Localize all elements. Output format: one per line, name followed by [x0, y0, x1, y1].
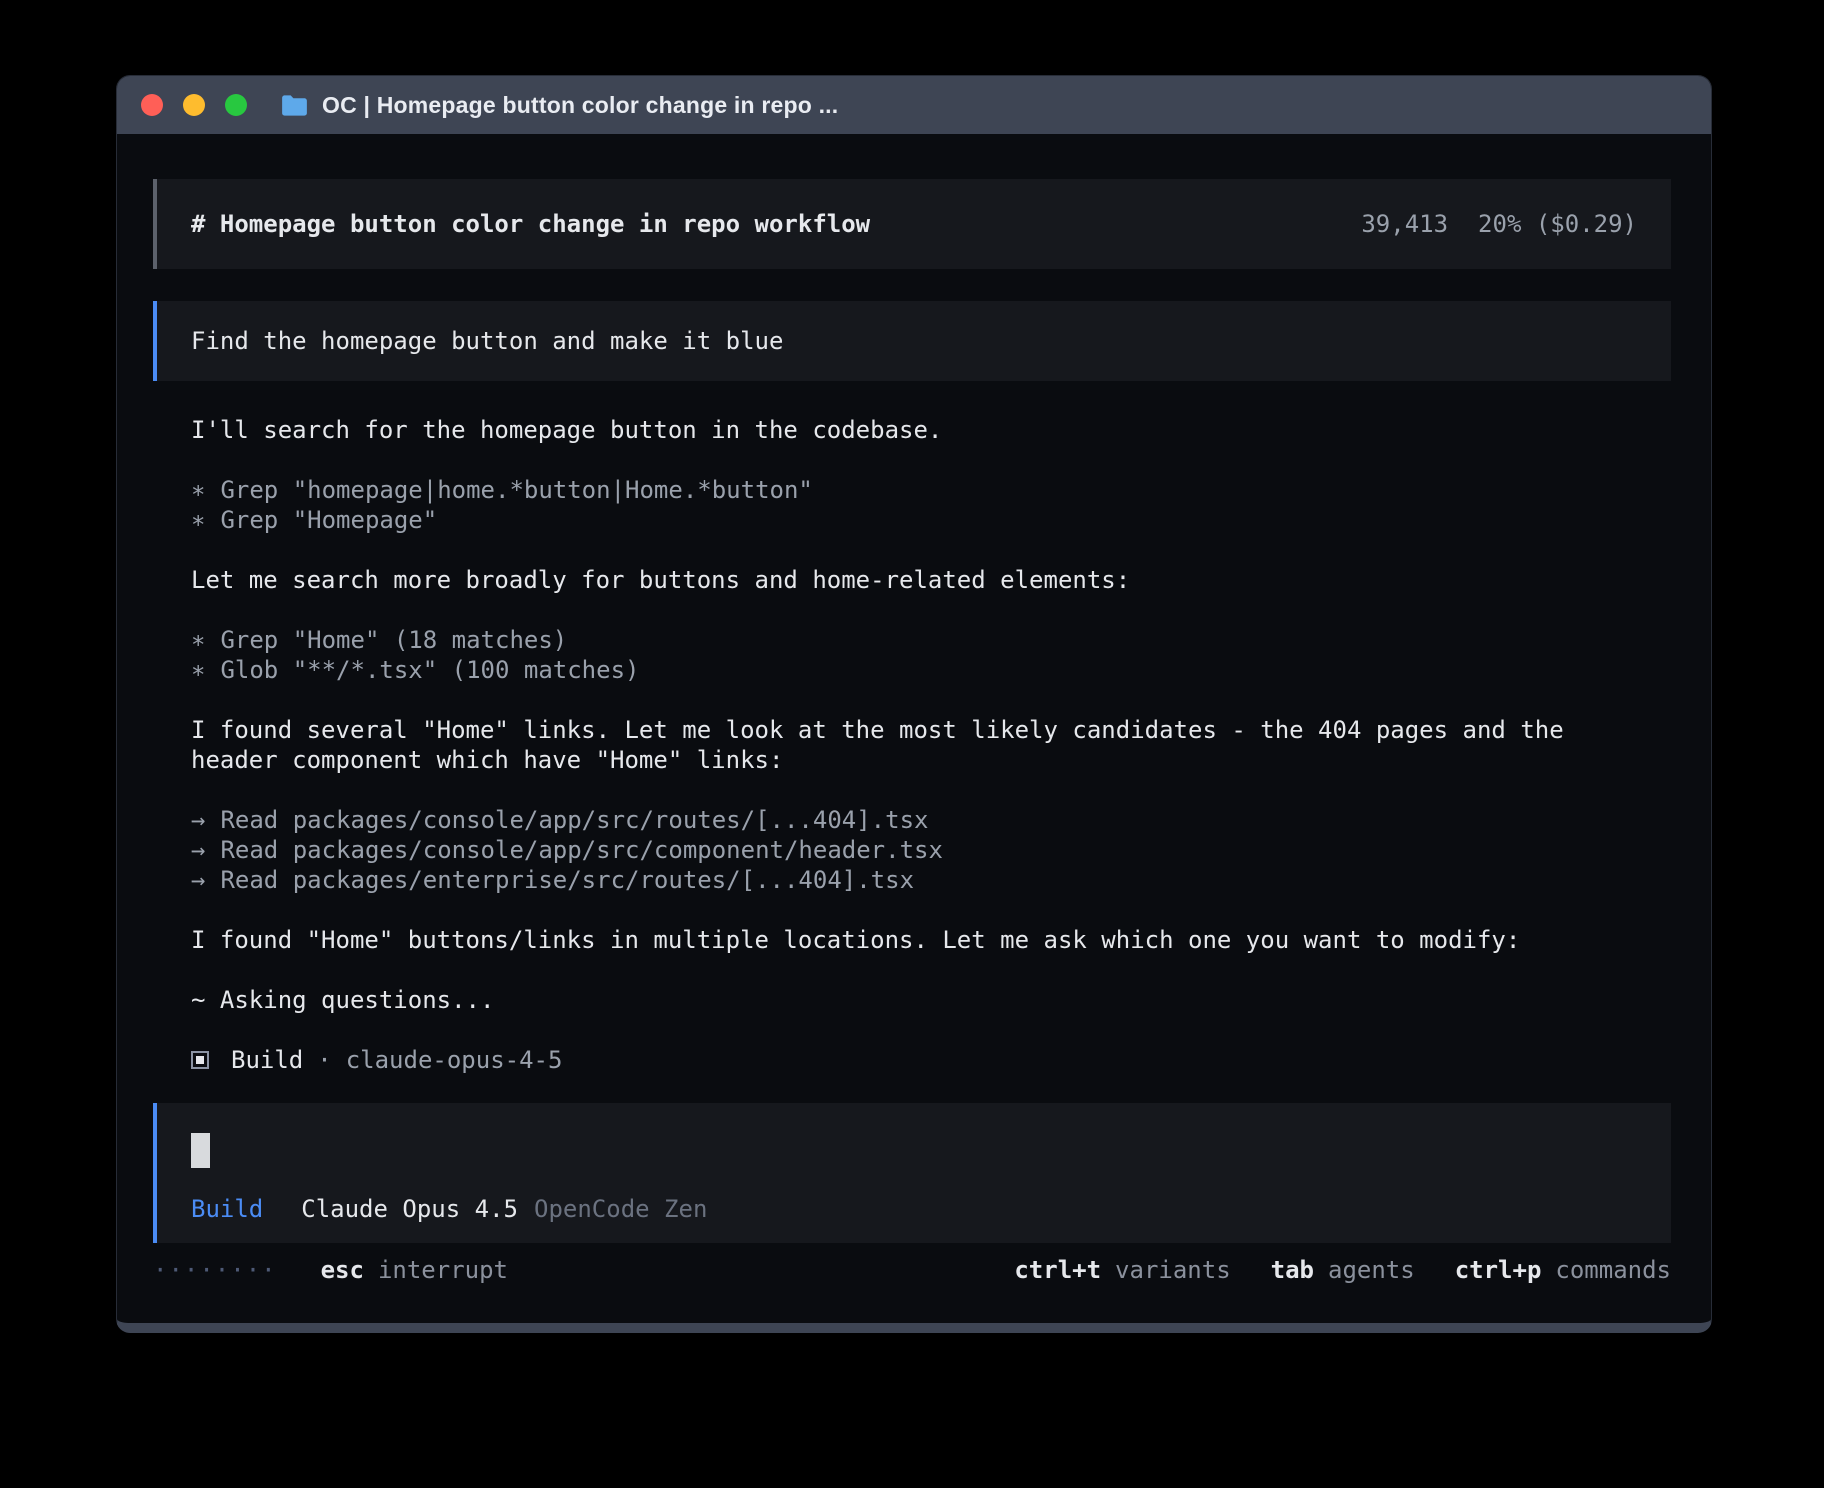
interrupt-hint: esc interrupt	[321, 1256, 508, 1284]
tool-call: → Read packages/enterprise/src/routes/[..…	[191, 865, 1611, 895]
agent-icon	[191, 1051, 209, 1069]
read-arrow-icon: →	[191, 805, 205, 835]
assistant-paragraph: I found several "Home" links. Let me loo…	[191, 715, 1611, 775]
commands-hint: ctrl+p commands	[1455, 1256, 1671, 1284]
tool-call: ∗ Glob "**/*.tsx" (100 matches)	[191, 655, 1611, 685]
user-message-text: Find the homepage button and make it blu…	[191, 327, 783, 355]
agent-model: claude-opus-4-5	[346, 1046, 563, 1074]
status-bar-left: ········ esc interrupt	[153, 1256, 508, 1284]
zoom-button[interactable]	[225, 94, 247, 116]
assistant-response: I'll search for the homepage button in t…	[191, 415, 1611, 1075]
tool-call-group: ∗ Grep "homepage|home.*button|Home.*butto…	[191, 475, 1611, 535]
tool-bullet-icon: ∗	[191, 655, 205, 685]
session-header: # Homepage button color change in repo w…	[153, 179, 1671, 269]
close-button[interactable]	[141, 94, 163, 116]
tool-call: ∗ Grep "homepage|home.*button|Home.*butto…	[191, 475, 1611, 505]
mode-label[interactable]: Build	[191, 1194, 263, 1224]
agents-hint: tab agents	[1271, 1256, 1415, 1284]
model-name[interactable]: Claude Opus 4.5	[301, 1194, 518, 1224]
activity-status: ~ Asking questions...	[191, 985, 1611, 1015]
status-bar-right: ctrl+t variants tab agents ctrl+p comman…	[1014, 1256, 1671, 1284]
agent-icon-core	[196, 1056, 204, 1064]
text-cursor	[191, 1133, 210, 1168]
tool-call-text: Grep "Homepage"	[220, 506, 437, 534]
tool-call-group: ∗ Grep "Home" (18 matches) ∗ Glob "**/*.ts…	[191, 625, 1611, 685]
minimize-button[interactable]	[183, 94, 205, 116]
variants-hint: ctrl+t variants	[1014, 1256, 1230, 1284]
tab-key: tab	[1271, 1256, 1314, 1284]
agent-name: Build	[231, 1046, 303, 1074]
read-arrow-icon: →	[191, 865, 205, 895]
spinner-dots-icon: ········	[153, 1256, 277, 1284]
user-message: Find the homepage button and make it blu…	[153, 301, 1671, 381]
esc-key: esc	[321, 1256, 364, 1284]
status-bar: ········ esc interrupt ctrl+t variants t…	[153, 1255, 1671, 1285]
tool-call-text: Read packages/console/app/src/component/…	[220, 836, 942, 864]
tool-call: → Read packages/console/app/src/routes/[.…	[191, 805, 1611, 835]
tool-call-text: Glob "**/*.tsx" (100 matches)	[220, 656, 639, 684]
model-line: Build Claude Opus 4.5 OpenCode Zen	[191, 1194, 1637, 1224]
tool-call: ∗ Grep "Home" (18 matches)	[191, 625, 1611, 655]
ctrl-p-key: ctrl+p	[1455, 1256, 1542, 1284]
tool-call-text: Grep "Home" (18 matches)	[220, 626, 567, 654]
tool-call-group: → Read packages/console/app/src/routes/[.…	[191, 805, 1611, 895]
tool-call-text: Grep "homepage|home.*button|Home.*button…	[220, 476, 812, 504]
provider-name: OpenCode Zen	[534, 1194, 707, 1224]
prompt-input[interactable]: Build Claude Opus 4.5 OpenCode Zen	[153, 1103, 1671, 1243]
variants-label: variants	[1115, 1256, 1231, 1284]
token-count: 39,413	[1361, 210, 1448, 238]
assistant-paragraph: I found "Home" buttons/links in multiple…	[191, 925, 1611, 955]
read-arrow-icon: →	[191, 835, 205, 865]
commands-label: commands	[1555, 1256, 1671, 1284]
agent-info-line: Build · claude-opus-4-5	[191, 1045, 1611, 1075]
titlebar[interactable]: OC | Homepage button color change in rep…	[117, 76, 1711, 134]
window-title: OC | Homepage button color change in rep…	[322, 92, 838, 119]
context-usage: 20% ($0.29)	[1478, 210, 1637, 238]
tool-call-text: Read packages/console/app/src/routes/[..…	[220, 806, 928, 834]
session-stats: 39,413 20% ($0.29)	[1361, 210, 1637, 238]
agent-separator: ·	[317, 1046, 331, 1074]
tool-bullet-icon: ∗	[191, 505, 205, 535]
traffic-lights	[141, 94, 247, 116]
folder-icon	[281, 94, 308, 117]
tool-call-text: Read packages/enterprise/src/routes/[...…	[220, 866, 914, 894]
assistant-paragraph: I'll search for the homepage button in t…	[191, 415, 1611, 445]
tool-bullet-icon: ∗	[191, 475, 205, 505]
tool-call: ∗ Grep "Homepage"	[191, 505, 1611, 535]
tool-call: → Read packages/console/app/src/component…	[191, 835, 1611, 865]
interrupt-label: interrupt	[378, 1256, 508, 1284]
ctrl-t-key: ctrl+t	[1014, 1256, 1101, 1284]
agents-label: agents	[1328, 1256, 1415, 1284]
tool-bullet-icon: ∗	[191, 625, 205, 655]
assistant-paragraph: Let me search more broadly for buttons a…	[191, 565, 1611, 595]
terminal-content: # Homepage button color change in repo w…	[117, 134, 1711, 1285]
terminal-window: OC | Homepage button color change in rep…	[116, 75, 1712, 1333]
session-title: # Homepage button color change in repo w…	[191, 210, 870, 238]
